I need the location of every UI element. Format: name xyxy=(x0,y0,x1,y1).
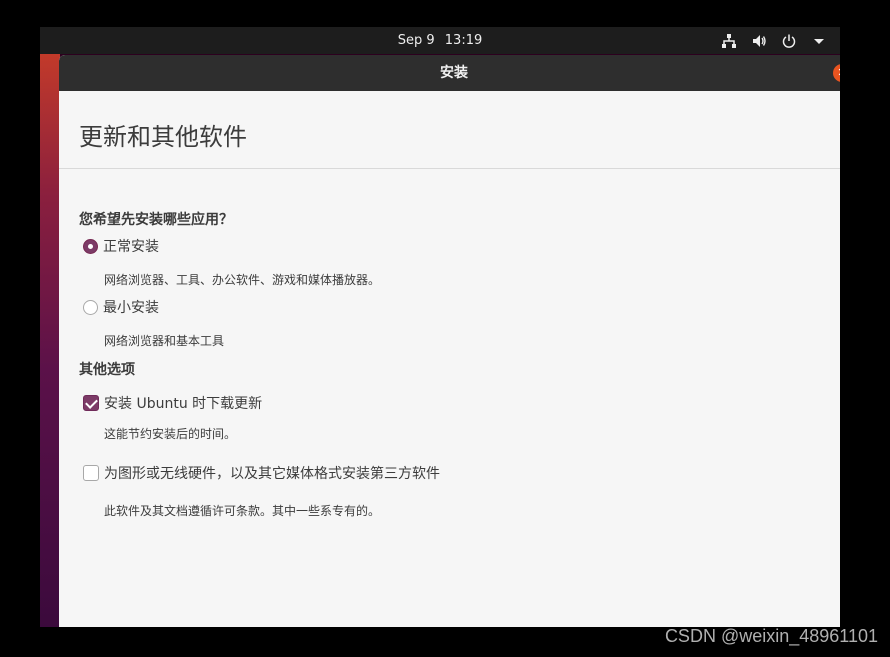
minimal-install-description: 网络浏览器和基本工具 xyxy=(104,334,225,348)
third-party-software-description: 此软件及其文档遵循许可条款。其中一些系专有的。 xyxy=(104,504,381,518)
normal-install-option[interactable]: 正常安装 xyxy=(83,236,159,256)
minimal-install-label[interactable]: 最小安装 xyxy=(103,297,159,317)
window-titlebar[interactable]: 安装 ✕ xyxy=(59,55,840,91)
menu-arrow-icon[interactable] xyxy=(810,32,828,50)
page-header: 更新和其他软件 xyxy=(59,91,840,169)
third-party-software-checkbox[interactable] xyxy=(83,465,99,481)
time-label: 13:19 xyxy=(444,33,483,48)
page-title: 更新和其他软件 xyxy=(79,123,247,151)
third-party-software-label[interactable]: 为图形或无线硬件，以及其它媒体格式安装第三方软件 xyxy=(104,463,440,483)
normal-install-description: 网络浏览器、工具、办公软件、游戏和媒体播放器。 xyxy=(104,273,381,287)
installer-window: 安装 ✕ 更新和其他软件 您希望先安装哪些应用？ 正常安装 网络浏览器、工具、办… xyxy=(59,55,840,627)
other-options-heading: 其他选项 xyxy=(79,362,135,378)
watermark: CSDN @weixin_48961101 xyxy=(664,626,878,646)
download-updates-checkbox[interactable] xyxy=(83,395,99,411)
third-party-software-option[interactable]: 为图形或无线硬件，以及其它媒体格式安装第三方软件 xyxy=(83,463,440,483)
power-icon[interactable] xyxy=(780,32,798,50)
network-icon[interactable] xyxy=(720,32,738,50)
download-updates-label[interactable]: 安装 Ubuntu 时下载更新 xyxy=(104,393,262,413)
system-tray[interactable] xyxy=(720,31,828,50)
close-button[interactable]: ✕ xyxy=(833,64,840,82)
close-icon: ✕ xyxy=(837,66,840,79)
normal-install-label[interactable]: 正常安装 xyxy=(103,236,159,256)
date-label: Sep 9 xyxy=(397,33,435,48)
desktop-screen: Sep 9 13:19 安装 ✕ 更新和其他软件 xyxy=(40,27,840,627)
normal-install-radio[interactable] xyxy=(83,238,98,254)
install-type-heading: 您希望先安装哪些应用？ xyxy=(79,212,233,228)
top-bar: Sep 9 13:19 xyxy=(40,27,840,54)
volume-icon[interactable] xyxy=(750,32,768,50)
minimal-install-option[interactable]: 最小安装 xyxy=(83,297,159,317)
download-updates-description: 这能节约安装后的时间。 xyxy=(104,427,237,441)
wallpaper xyxy=(40,54,60,627)
download-updates-option[interactable]: 安装 Ubuntu 时下载更新 xyxy=(83,393,262,413)
window-title: 安装 xyxy=(440,65,468,81)
minimal-install-radio[interactable] xyxy=(83,299,98,315)
